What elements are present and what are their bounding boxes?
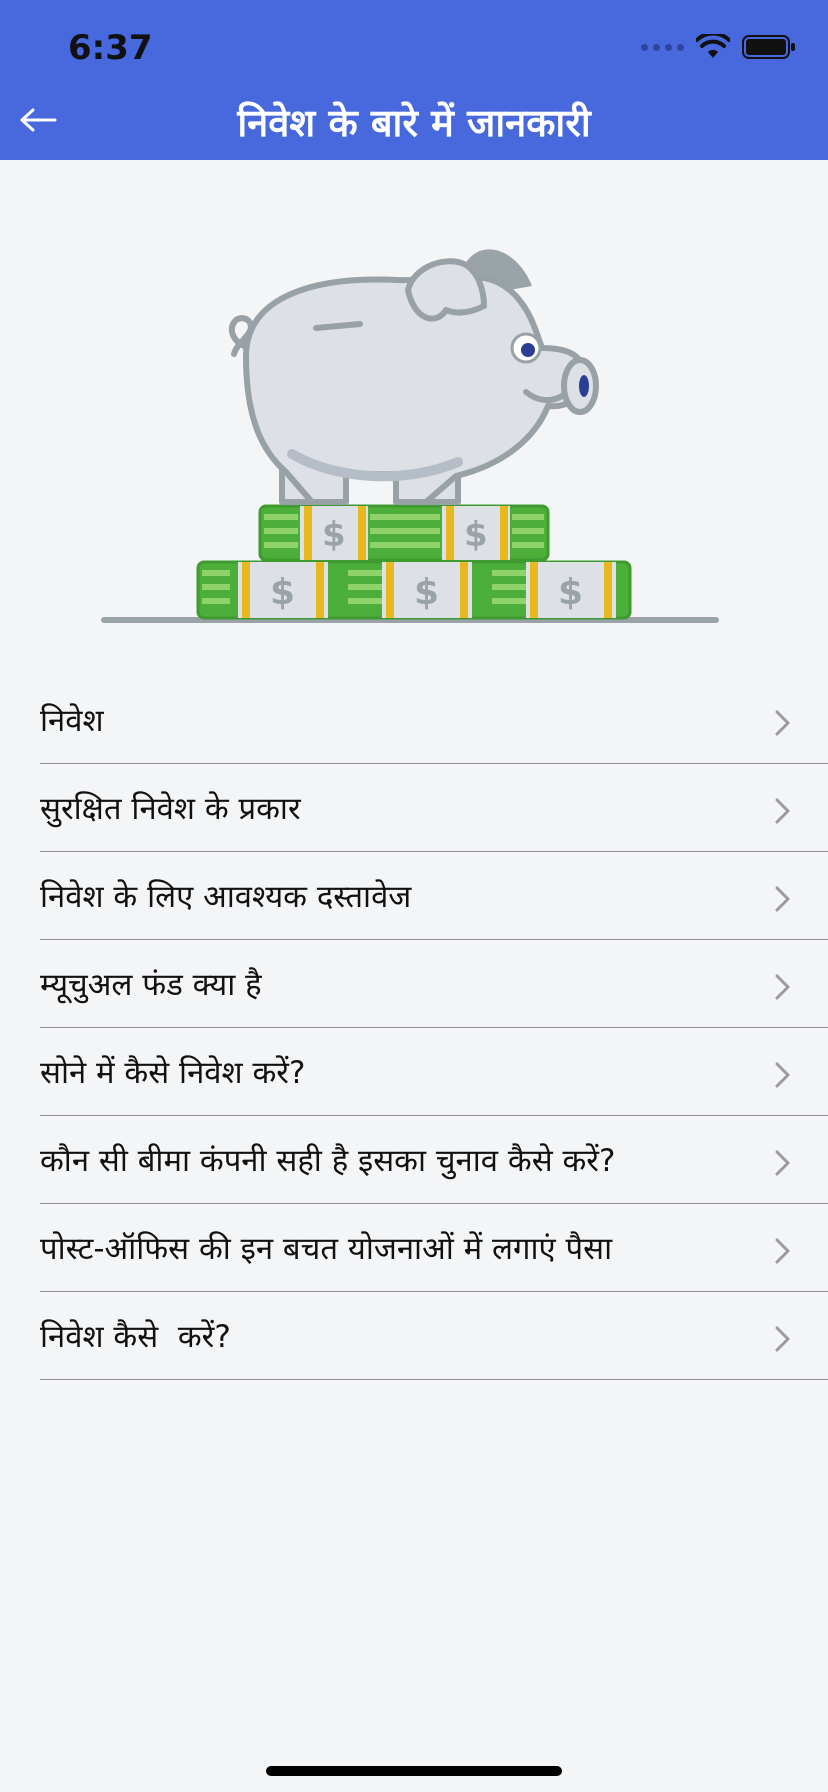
chevron-right-icon <box>775 798 790 824</box>
svg-text:$: $ <box>464 515 488 555</box>
list-item-insurance-company[interactable]: कौन सी बीमा कंपनी सही है इसका चुनाव कैसे… <box>40 1116 828 1204</box>
list-item-gold-investment[interactable]: सोने में कैसे निवेश करें? <box>40 1028 828 1116</box>
piggy-bank-illustration: $ $ $ $ $ <box>101 249 719 623</box>
battery-icon <box>742 35 795 59</box>
list-item-label: निवेश के लिए आवश्यक दस्तावेज <box>40 878 412 915</box>
topic-list: निवेश सुरक्षित निवेश के प्रकार निवेश के … <box>40 676 828 1380</box>
home-indicator[interactable] <box>266 1766 562 1776</box>
chevron-right-icon <box>775 974 790 1000</box>
list-item-label: निवेश कैसे करें? <box>40 1318 231 1355</box>
chevron-right-icon <box>775 710 790 736</box>
header-bar: 6:37 निवेश के बारे में जानकारी <box>0 0 828 160</box>
list-item-post-office-schemes[interactable]: पोस्ट-ऑफिस की इन बचत योजनाओं में लगाएं प… <box>40 1204 828 1292</box>
svg-text:$: $ <box>558 572 583 613</box>
svg-text:$: $ <box>270 572 295 613</box>
chevron-right-icon <box>775 1150 790 1176</box>
status-icons <box>641 34 796 60</box>
page-title: निवेश के बारे में जानकारी <box>237 101 591 145</box>
list-item-label: निवेश <box>40 702 104 739</box>
svg-text:$: $ <box>322 515 346 555</box>
list-item-required-documents[interactable]: निवेश के लिए आवश्यक दस्तावेज <box>40 852 828 940</box>
cellular-signal-icon <box>641 43 684 51</box>
list-item-mutual-fund[interactable]: म्यूचुअल फंड क्या है <box>40 940 828 1028</box>
chevron-right-icon <box>775 886 790 912</box>
list-item-label: कौन सी बीमा कंपनी सही है इसका चुनाव कैसे… <box>40 1142 616 1179</box>
svg-text:$: $ <box>414 572 439 613</box>
list-item-nivesh[interactable]: निवेश <box>40 676 828 764</box>
list-item-label: सुरक्षित निवेश के प्रकार <box>40 790 301 827</box>
list-item-how-to-invest[interactable]: निवेश कैसे करें? <box>40 1292 828 1380</box>
status-time: 6:37 <box>68 28 153 68</box>
wifi-icon <box>696 34 730 58</box>
list-item-safe-investment-types[interactable]: सुरक्षित निवेश के प्रकार <box>40 764 828 852</box>
list-item-label: सोने में कैसे निवेश करें? <box>40 1054 306 1091</box>
list-item-label: म्यूचुअल फंड क्या है <box>40 966 262 1003</box>
chevron-right-icon <box>775 1326 790 1352</box>
list-item-label: पोस्ट-ऑफिस की इन बचत योजनाओं में लगाएं प… <box>40 1230 613 1267</box>
chevron-right-icon <box>775 1238 790 1264</box>
chevron-right-icon <box>775 1062 790 1088</box>
